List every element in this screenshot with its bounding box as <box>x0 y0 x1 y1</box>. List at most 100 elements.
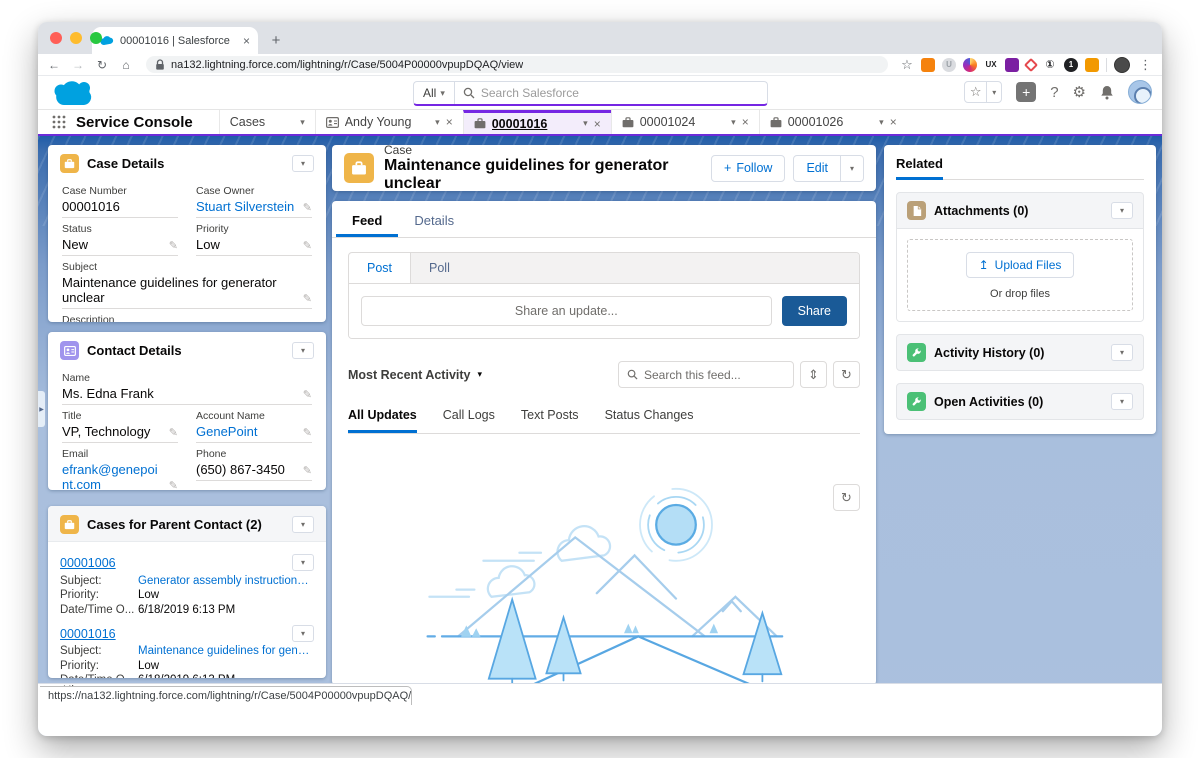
edit-pencil-icon[interactable]: ✎ <box>303 464 312 477</box>
tab-chevron-icon[interactable]: ▾ <box>583 118 588 129</box>
case-owner-link[interactable]: Stuart Silverstein <box>196 199 299 214</box>
follow-button[interactable]: + Follow <box>711 154 786 182</box>
tab-poll[interactable]: Poll <box>411 253 468 283</box>
tab-close-icon[interactable]: × <box>742 115 749 129</box>
related-sidebar: Related Attachments (0) ▾ ↥ Upload Files … <box>884 145 1156 434</box>
row-actions-button[interactable]: ▾ <box>292 554 314 571</box>
new-tab-button[interactable]: + <box>264 28 288 52</box>
edit-pencil-icon[interactable]: ✎ <box>303 426 312 439</box>
close-window-button[interactable] <box>50 32 62 44</box>
edit-pencil-icon[interactable]: ✎ <box>303 239 312 252</box>
ext-circle-one-icon[interactable]: ① <box>1043 58 1057 72</box>
workspace-tab-andy-young[interactable]: Andy Young ▾ × <box>314 110 463 134</box>
edit-pencil-icon[interactable]: ✎ <box>303 201 312 214</box>
global-actions-icon[interactable]: + <box>1016 82 1037 102</box>
tab-close-icon[interactable]: × <box>890 115 897 129</box>
edit-pencil-icon[interactable]: ✎ <box>169 426 178 439</box>
more-actions-chevron-button[interactable]: ▾ <box>840 154 864 182</box>
help-icon[interactable]: ? <box>1050 84 1058 101</box>
collapse-panel-button[interactable]: ▾ <box>292 516 314 533</box>
minimize-window-button[interactable] <box>70 32 82 44</box>
notifications-bell-icon[interactable] <box>1100 85 1114 100</box>
account-link[interactable]: GenePoint <box>196 424 299 439</box>
case-subject-link[interactable]: Generator assembly instructions uncl... <box>138 575 314 587</box>
collapse-feed-posts-button[interactable]: ⇕ <box>800 361 827 388</box>
edit-pencil-icon[interactable]: ✎ <box>303 388 312 401</box>
browser-menu-icon[interactable]: ⋮ <box>1137 57 1154 73</box>
email-link[interactable]: efrank@genepoint.com <box>62 462 165 490</box>
row-actions-button[interactable]: ▾ <box>292 624 314 642</box>
tab-related[interactable]: Related <box>896 156 943 180</box>
tab-chevron-icon[interactable]: ▾ <box>879 117 884 128</box>
workspace-tab-00001026[interactable]: 00001026 ▾ × <box>758 110 907 134</box>
share-update-input[interactable] <box>361 296 772 326</box>
favorites-chevron-icon[interactable]: ▾ <box>987 82 1001 102</box>
home-icon[interactable]: ⌂ <box>118 58 134 72</box>
edit-pencil-icon[interactable]: ✎ <box>169 239 178 252</box>
workspace-tab-00001024[interactable]: 00001024 ▾ × <box>610 110 759 134</box>
app-launcher-icon[interactable] <box>38 110 76 134</box>
forward-icon[interactable]: → <box>70 58 86 72</box>
tab-close-icon[interactable]: × <box>594 117 601 131</box>
search-scope-dropdown[interactable]: All ▾ <box>414 82 455 104</box>
ext-analytics-icon[interactable] <box>921 57 935 72</box>
browser-tab[interactable]: 00001016 | Salesforce × <box>92 27 258 54</box>
tab-chevron-icon[interactable]: ▾ <box>731 117 736 128</box>
back-icon[interactable]: ← <box>46 58 62 72</box>
attachments-title: Attachments (0) <box>934 203 1029 218</box>
feed-tab-text-posts[interactable]: Text Posts <box>521 408 579 433</box>
edit-pencil-icon[interactable]: ✎ <box>169 479 178 490</box>
tab-post[interactable]: Post <box>349 253 412 283</box>
file-drop-zone[interactable]: ↥ Upload Files Or drop files <box>907 239 1133 311</box>
feed-search-input[interactable] <box>644 367 785 382</box>
favorites-control[interactable]: ☆ ▾ <box>964 81 1003 103</box>
edit-button[interactable]: Edit <box>793 154 841 182</box>
tab-close-icon[interactable]: × <box>446 115 453 129</box>
search-scope-label: All <box>423 86 437 100</box>
tab-details[interactable]: Details <box>398 201 470 237</box>
reload-icon[interactable]: ↻ <box>94 58 110 72</box>
ext-one-badge-icon[interactable]: 1 <box>1064 57 1078 72</box>
share-button[interactable]: Share <box>781 296 847 326</box>
bookmark-star-icon[interactable]: ☆ <box>900 57 914 72</box>
refresh-feed-button[interactable]: ↻ <box>833 361 860 388</box>
upload-files-button[interactable]: ↥ Upload Files <box>965 252 1075 278</box>
ext-grid-icon[interactable] <box>1085 57 1099 72</box>
workspace-tab-00001016[interactable]: 00001016 ▾ × <box>462 110 611 134</box>
ext-disabled-icon[interactable]: U <box>942 57 956 72</box>
feed-tab-all-updates[interactable]: All Updates <box>348 408 417 433</box>
collapse-card-button[interactable]: ▾ <box>1111 393 1133 410</box>
case-subject-link[interactable]: Maintenance guidelines for generato... <box>138 645 314 657</box>
case-number-link[interactable]: 00001016 <box>60 627 116 641</box>
maximize-window-button[interactable] <box>90 32 102 44</box>
case-number-link[interactable]: 00001006 <box>60 556 116 570</box>
setup-gear-icon[interactable]: ⚙ <box>1073 83 1086 101</box>
collapse-card-button[interactable]: ▾ <box>1111 202 1133 219</box>
global-search-input[interactable] <box>474 86 767 100</box>
ext-ux-check-icon[interactable]: UX <box>984 58 998 72</box>
tab-feed[interactable]: Feed <box>336 201 399 237</box>
tab-chevron-icon[interactable]: ▾ <box>435 117 440 128</box>
browser-profile-avatar[interactable] <box>1114 56 1130 73</box>
favorite-star-icon[interactable]: ☆ <box>965 82 988 102</box>
sidebar-expand-handle[interactable]: ▶ <box>38 391 45 427</box>
ext-diamond-icon[interactable] <box>1023 57 1039 72</box>
object-tab-cases[interactable]: Cases ▾ <box>218 110 315 134</box>
ext-purple-icon[interactable] <box>1005 57 1019 72</box>
refresh-feed-button[interactable]: ↻ <box>833 484 860 511</box>
feed-search[interactable] <box>618 361 794 388</box>
collapse-card-button[interactable]: ▾ <box>1111 344 1133 361</box>
feed-tab-status-changes[interactable]: Status Changes <box>605 408 694 433</box>
edit-pencil-icon[interactable]: ✎ <box>303 292 312 305</box>
feed-sort-dropdown[interactable]: Most Recent Activity ▾ <box>348 368 482 382</box>
entity-label: Case <box>384 145 413 158</box>
feed-tab-call-logs[interactable]: Call Logs <box>443 408 495 433</box>
chevron-down-icon[interactable]: ▾ <box>300 117 305 128</box>
user-avatar[interactable] <box>1128 80 1152 104</box>
address-bar[interactable]: na132.lightning.force.com/lightning/r/Ca… <box>146 56 888 73</box>
collapse-panel-button[interactable]: ▾ <box>292 342 314 359</box>
tab-close-icon[interactable]: × <box>243 35 250 47</box>
ext-camera-icon[interactable] <box>963 57 977 72</box>
collapse-panel-button[interactable]: ▾ <box>292 155 314 172</box>
global-search[interactable]: All ▾ <box>413 81 768 106</box>
